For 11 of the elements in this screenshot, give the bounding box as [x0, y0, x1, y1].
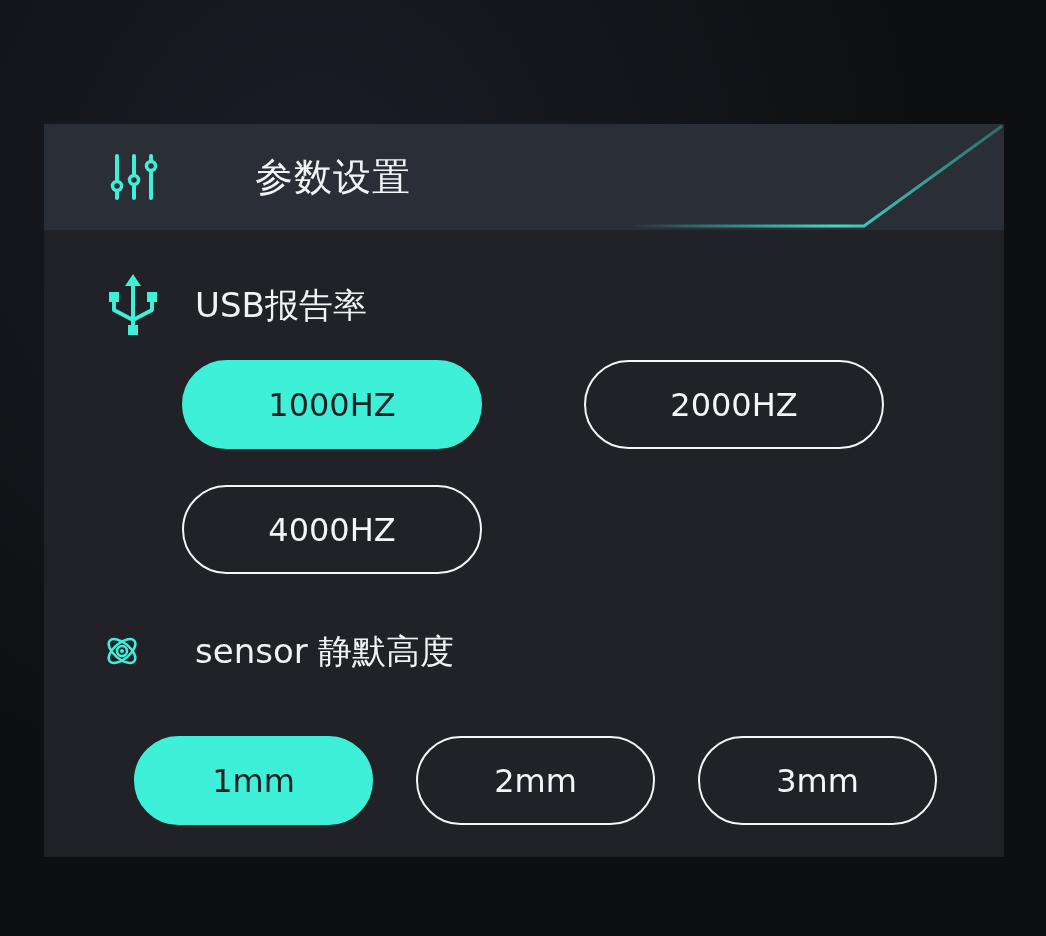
option-button[interactable]: 1mm: [134, 736, 373, 825]
panel-title: 参数设置: [255, 158, 411, 196]
section-label: sensor 静默高度: [195, 634, 455, 668]
option-button[interactable]: 2mm: [416, 736, 655, 825]
section-label: USB报告率: [195, 288, 367, 322]
option-button[interactable]: 2000HZ: [584, 360, 884, 449]
option-button[interactable]: 1000HZ: [182, 360, 482, 449]
sliders-icon: [110, 153, 158, 201]
option-button[interactable]: 4000HZ: [182, 485, 482, 574]
option-button[interactable]: 3mm: [698, 736, 937, 825]
usb-icon: [108, 274, 158, 336]
